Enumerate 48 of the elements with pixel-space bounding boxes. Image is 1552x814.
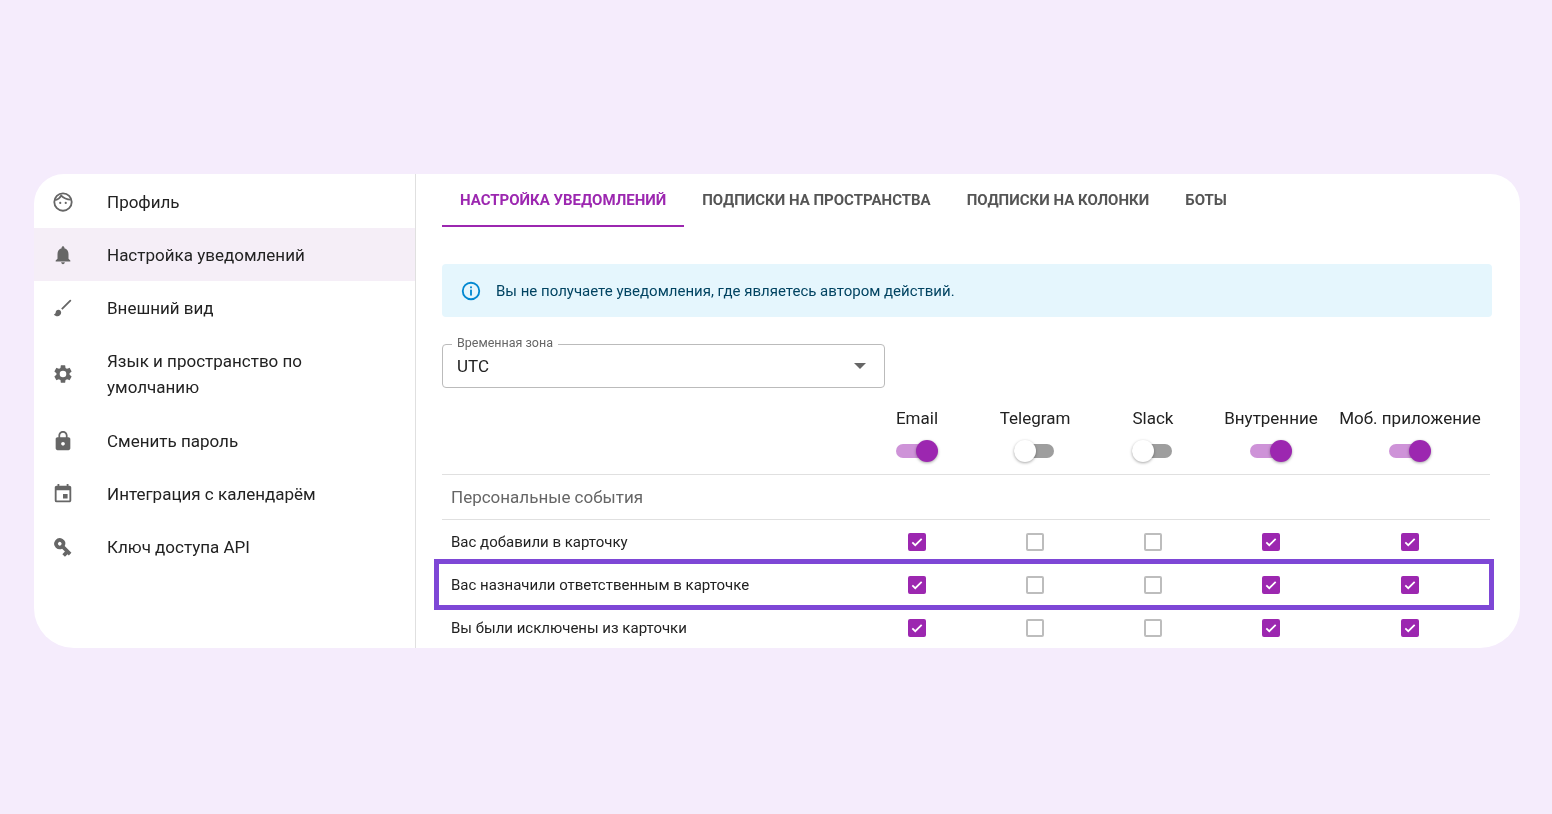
- event-label: Вы были исключены из карточки: [450, 618, 688, 637]
- sidebar-item[interactable]: Интеграция с календарём: [34, 467, 415, 520]
- sidebar-item[interactable]: Внешний вид: [34, 281, 415, 334]
- tab[interactable]: БОТЫ: [1167, 174, 1245, 227]
- toggle-switch[interactable]: [1250, 440, 1292, 462]
- checkbox[interactable]: [1262, 532, 1280, 551]
- checkbox[interactable]: [1262, 618, 1280, 637]
- alert-text: Вы не получаете уведомления, где являетесь автором действий.: [496, 281, 955, 300]
- event-label: Вас добавили в карточку: [450, 532, 629, 551]
- info-icon: [460, 279, 482, 302]
- checkbox[interactable]: [1144, 532, 1162, 551]
- checkbox[interactable]: [1401, 575, 1419, 594]
- checkbox[interactable]: [1144, 618, 1162, 637]
- calendar-icon: [52, 482, 74, 505]
- sidebar-item[interactable]: Язык и пространство по умолчанию: [34, 334, 415, 414]
- event-label: Вас назначили ответственным в карточке: [450, 575, 751, 594]
- checkbox[interactable]: [1026, 575, 1044, 594]
- checkbox[interactable]: [908, 618, 926, 637]
- sidebar-item[interactable]: Настройка уведомлений: [34, 228, 415, 281]
- column-header: Email: [895, 408, 939, 428]
- key-icon: [52, 535, 74, 558]
- toggle-switch[interactable]: [1132, 440, 1174, 462]
- toggle-switch[interactable]: [1014, 440, 1056, 462]
- column-header: Slack: [1132, 408, 1174, 428]
- column-header: Моб. приложение: [1339, 408, 1481, 428]
- face-icon: [52, 190, 74, 213]
- checkbox[interactable]: [1401, 618, 1419, 637]
- settings-icon: [52, 363, 74, 385]
- sidebar-item[interactable]: Ключ доступа API: [34, 520, 415, 573]
- checkbox[interactable]: [908, 575, 926, 594]
- toggle-switch[interactable]: [896, 440, 938, 462]
- checkbox[interactable]: [1026, 532, 1044, 551]
- checkbox[interactable]: [1401, 532, 1419, 551]
- checkbox[interactable]: [1026, 618, 1044, 637]
- tab[interactable]: НАСТРОЙКА УВЕДОМЛЕНИЙ: [442, 174, 685, 227]
- select-label: Временная зона: [452, 335, 558, 350]
- sidebar-item[interactable]: Профиль: [34, 175, 415, 228]
- dropdown-caret-icon: [854, 363, 866, 369]
- section-title: Персональные события: [451, 487, 644, 507]
- checkbox[interactable]: [1262, 575, 1280, 594]
- tab[interactable]: ПОДПИСКИ НА ПРОСТРАНСТВА: [684, 174, 949, 227]
- column-header: Внутренние: [1224, 408, 1318, 428]
- sidebar-item[interactable]: Сменить пароль: [34, 414, 415, 467]
- checkbox[interactable]: [1144, 575, 1162, 594]
- column-header: Telegram: [999, 408, 1071, 428]
- checkbox[interactable]: [908, 532, 926, 551]
- tab[interactable]: ПОДПИСКИ НА КОЛОНКИ: [948, 174, 1168, 227]
- toggle-switch[interactable]: [1389, 440, 1431, 462]
